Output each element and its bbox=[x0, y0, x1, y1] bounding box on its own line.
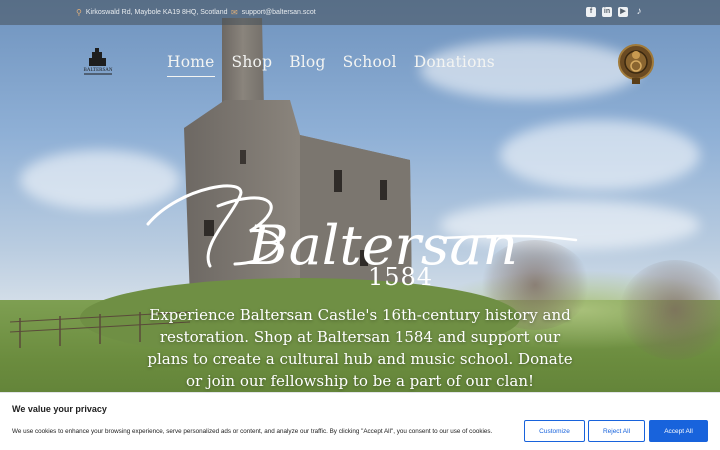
envelope-icon: ✉ bbox=[231, 8, 238, 17]
hero-script-title: Baltersan bbox=[146, 184, 578, 276]
cookie-banner: We value your privacy We use cookies to … bbox=[0, 392, 720, 450]
nav-blog[interactable]: Blog bbox=[289, 53, 325, 77]
email-link[interactable]: support@baltersan.scot bbox=[242, 9, 316, 16]
cookie-text: We use cookies to enhance your browsing … bbox=[12, 428, 493, 435]
facebook-icon[interactable]: f bbox=[586, 7, 596, 17]
email-info[interactable]: ✉ support@baltersan.scot bbox=[231, 8, 316, 17]
main-nav: Home Shop Blog School Donations bbox=[167, 53, 495, 77]
customize-button[interactable]: Customize bbox=[524, 420, 585, 442]
accept-all-button[interactable]: Accept All bbox=[649, 420, 708, 442]
logo-text: BALTERSAN bbox=[84, 68, 113, 73]
nav-donations[interactable]: Donations bbox=[414, 53, 495, 77]
address-info: ⚲ Kirkoswald Rd, Maybole KA19 8HQ, Scotl… bbox=[76, 8, 227, 17]
reject-all-button[interactable]: Reject All bbox=[588, 420, 645, 442]
hero-tagline: Experience Baltersan Castle's 16th-centu… bbox=[147, 306, 573, 390]
hero-year: 1584 bbox=[368, 263, 434, 291]
linkedin-icon[interactable]: in bbox=[602, 7, 612, 17]
social-links: f in ▶ ♪ bbox=[586, 7, 644, 17]
address-text: Kirkoswald Rd, Maybole KA19 8HQ, Scotlan… bbox=[85, 9, 228, 16]
youtube-icon[interactable]: ▶ bbox=[618, 7, 628, 17]
nav-shop[interactable]: Shop bbox=[232, 53, 273, 77]
castle-logo-icon: BALTERSAN bbox=[84, 48, 113, 75]
cookie-title: We value your privacy bbox=[12, 404, 107, 414]
site-logo[interactable]: BALTERSAN bbox=[78, 46, 118, 78]
door-knocker-icon[interactable] bbox=[616, 40, 656, 88]
nav-school[interactable]: School bbox=[343, 53, 397, 77]
top-info-bar: ⚲ Kirkoswald Rd, Maybole KA19 8HQ, Scotl… bbox=[0, 0, 720, 25]
tiktok-icon[interactable]: ♪ bbox=[634, 7, 644, 17]
nav-home[interactable]: Home bbox=[167, 53, 215, 77]
location-pin-icon: ⚲ bbox=[76, 8, 82, 17]
